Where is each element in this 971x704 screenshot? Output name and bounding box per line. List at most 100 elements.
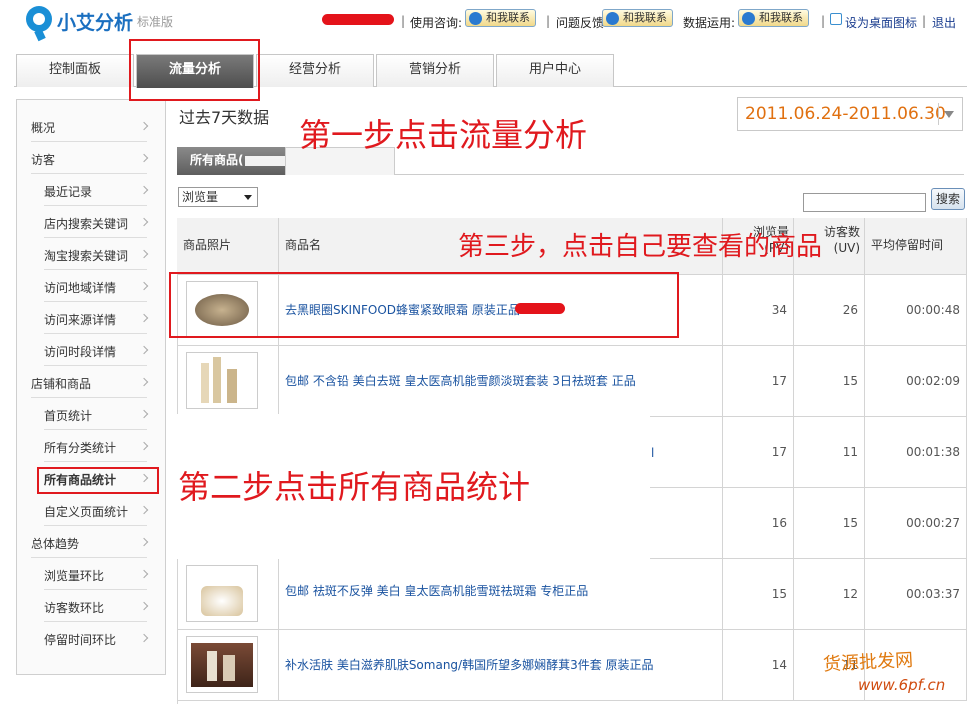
chevron-right-icon — [139, 409, 149, 419]
pv-value: 16 — [723, 488, 794, 559]
search-button[interactable]: 搜索 — [931, 188, 965, 210]
truncated-text: l — [651, 446, 655, 460]
divider — [44, 525, 147, 526]
divider — [31, 557, 147, 558]
sidebar-item-pv-ratio[interactable]: 浏览量环比 — [44, 562, 149, 594]
divider — [44, 461, 147, 462]
product-name-link[interactable]: 补水活肤 美白滋养肌肤Somang/韩国所望多娜娴酵萁3件套 原装正品 — [279, 630, 723, 701]
chevron-right-icon — [139, 601, 149, 611]
chevron-down-icon — [244, 195, 252, 200]
chevron-right-icon — [139, 185, 149, 195]
column-header-photo: 商品照片 — [177, 218, 279, 275]
table-row — [177, 630, 279, 701]
sidebar-item-recent[interactable]: 最近记录 — [44, 178, 149, 210]
chevron-right-icon — [139, 537, 149, 547]
separator: | — [401, 14, 406, 28]
divider — [44, 365, 147, 366]
uv-value: 15 — [794, 488, 865, 559]
stay-time-value: 00:03:37 — [865, 559, 967, 630]
qq-icon — [742, 12, 755, 25]
separator: | — [821, 14, 826, 28]
data-contact-button[interactable]: 和我联系 — [738, 9, 809, 27]
highlight-box-step1 — [129, 39, 260, 101]
product-name-link[interactable]: 包邮 祛斑不反弹 美白 皇太医高机能雪斑祛斑霜 专柜正品 — [279, 559, 723, 630]
separator: | — [922, 14, 927, 28]
chevron-right-icon — [139, 313, 149, 323]
qq-icon — [469, 12, 482, 25]
divider — [938, 103, 939, 125]
column-header-stay-time[interactable]: 平均停留时间 — [865, 218, 967, 275]
stay-time-value: 00:01:38 — [865, 417, 967, 488]
tab-dashboard[interactable]: 控制面板 — [16, 54, 134, 87]
divider — [44, 301, 147, 302]
sidebar-item-visitors[interactable]: 访客 — [31, 146, 149, 178]
sidebar-item-store-search[interactable]: 店内搜索关键词 — [44, 210, 149, 242]
chevron-right-icon — [139, 441, 149, 451]
stay-time-value: 00:02:09 — [865, 346, 967, 417]
date-range-select[interactable]: 2011.06.24-2011.06.30 — [737, 97, 963, 131]
redacted-count — [245, 156, 285, 166]
chevron-right-icon — [139, 569, 149, 579]
divider — [44, 269, 147, 270]
chevron-right-icon — [139, 345, 149, 355]
sidebar-item-taobao-search[interactable]: 淘宝搜索关键词 — [44, 242, 149, 274]
sidebar-item-overview[interactable]: 概况 — [31, 114, 149, 146]
chevron-down-icon[interactable] — [944, 111, 954, 118]
feedback-contact-button[interactable]: 和我联系 — [602, 9, 673, 27]
annotation-step1: 第一步点击流量分析 — [299, 116, 588, 154]
chevron-right-icon — [139, 377, 149, 387]
redacted-username — [322, 14, 394, 25]
edition-label: 标准版 — [137, 15, 174, 29]
pv-value: 17 — [723, 346, 794, 417]
stay-time-value: 00:00:48 — [865, 275, 967, 346]
sidebar-item-uv-ratio[interactable]: 访客数环比 — [44, 594, 149, 626]
sidebar-item-stay-ratio[interactable]: 停留时间环比 — [44, 626, 149, 658]
pv-value: 34 — [723, 275, 794, 346]
logout-link[interactable]: 退出 — [932, 14, 956, 31]
highlight-box-step3 — [169, 272, 679, 338]
sidebar-item-custom-page-stats[interactable]: 自定义页面统计 — [44, 498, 149, 530]
chevron-right-icon — [139, 505, 149, 515]
table-row — [177, 346, 279, 417]
chevron-right-icon — [139, 281, 149, 291]
consult-contact-button[interactable]: 和我联系 — [465, 9, 536, 27]
set-desktop-link[interactable]: 设为桌面图标 — [845, 14, 917, 31]
chevron-right-icon — [139, 153, 149, 163]
watermark-url: www.6pf.cn — [858, 676, 946, 694]
sidebar-item-source[interactable]: 访问来源详情 — [44, 306, 149, 338]
page-title: 过去7天数据 — [179, 108, 270, 127]
sidebar-item-timeslot[interactable]: 访问时段详情 — [44, 338, 149, 370]
uv-value: 26 — [794, 275, 865, 346]
highlight-box-step2 — [37, 467, 159, 494]
divider — [44, 237, 147, 238]
product-thumbnail[interactable] — [186, 352, 258, 409]
sidebar-item-region[interactable]: 访问地域详情 — [44, 274, 149, 306]
pv-value: 17 — [723, 417, 794, 488]
desktop-icon — [830, 13, 842, 25]
sidebar-item-store-goods[interactable]: 店铺和商品 — [31, 370, 149, 402]
sidebar-item-trend[interactable]: 总体趋势 — [31, 530, 149, 562]
divider — [31, 397, 147, 398]
product-thumbnail[interactable] — [186, 565, 258, 622]
uv-value: 12 — [794, 559, 865, 630]
divider — [44, 429, 147, 430]
tab-business[interactable]: 经营分析 — [256, 54, 374, 87]
chevron-right-icon — [139, 121, 149, 131]
product-name-link[interactable]: 包邮 不含铅 美白去斑 皇太医高机能雪颜淡斑套装 3日祛斑套 正品 — [279, 346, 723, 417]
product-thumbnail[interactable] — [186, 636, 258, 693]
brand-name: 小艾分析 — [57, 12, 134, 34]
sidebar: 概况 访客 最近记录 店内搜索关键词 淘宝搜索关键词 访问地域详情 访问来源详情… — [16, 99, 166, 675]
pv-value: 15 — [723, 559, 794, 630]
tab-marketing[interactable]: 营销分析 — [376, 54, 494, 87]
sidebar-item-home-stats[interactable]: 首页统计 — [44, 402, 149, 434]
stay-time-value: 00:00:27 — [865, 488, 967, 559]
tab-user-center[interactable]: 用户中心 — [496, 54, 614, 87]
qq-icon — [606, 12, 619, 25]
annotation-step3: 第三步，点击自己要查看的商品 — [458, 232, 823, 262]
divider — [44, 205, 147, 206]
separator: | — [546, 14, 551, 28]
search-input[interactable] — [803, 193, 926, 212]
sidebar-item-category-stats[interactable]: 所有分类统计 — [44, 434, 149, 466]
feedback-label: 问题反馈: — [556, 16, 609, 30]
divider — [31, 141, 147, 142]
